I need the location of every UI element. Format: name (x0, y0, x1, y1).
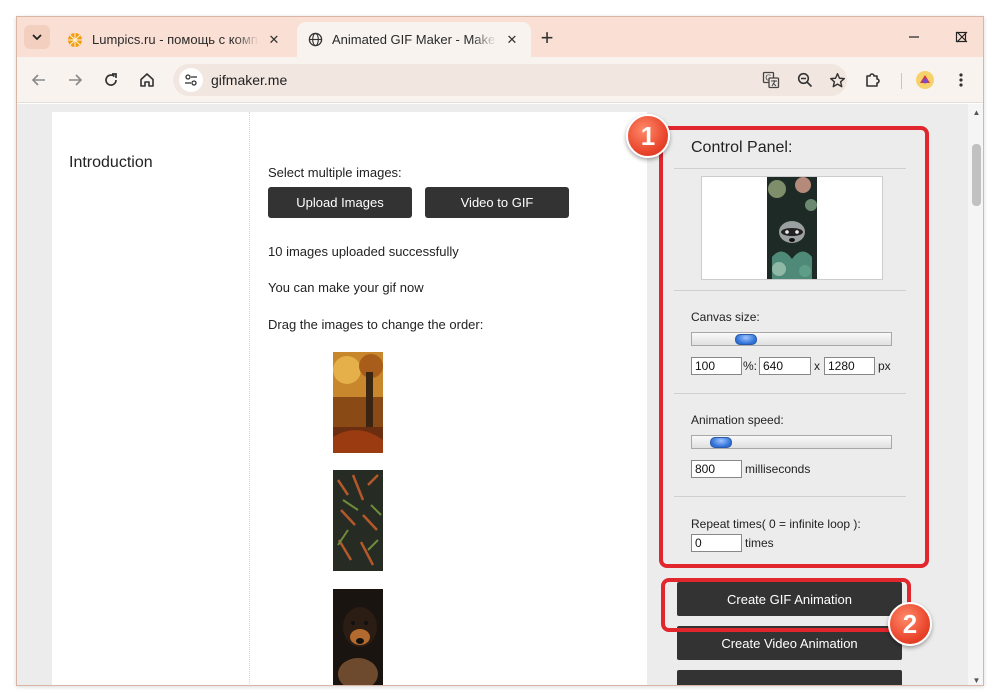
avatar-icon (916, 71, 934, 89)
close-icon[interactable]: ✕ (265, 31, 283, 49)
puzzle-icon (866, 73, 880, 87)
sidebar: Introduction (52, 112, 250, 685)
close-icon[interactable]: ✕ (503, 31, 521, 49)
scroll-down-icon[interactable]: ▼ (972, 676, 981, 685)
close-window-button[interactable] (939, 17, 983, 57)
globe-icon (307, 32, 323, 48)
scroll-up-icon[interactable]: ▲ (972, 108, 981, 117)
scroll-thumb[interactable] (972, 144, 981, 206)
reload-icon (105, 73, 117, 86)
tab-search-button[interactable] (24, 25, 50, 49)
tab-strip: Lumpics.ru - помощь с компьютером ✕ Anim… (17, 17, 983, 57)
home-icon (140, 73, 154, 87)
step-badge-2: 2 (888, 602, 932, 646)
translate-icon[interactable]: G (759, 68, 783, 92)
image-thumbnail[interactable] (333, 470, 383, 571)
url-text: gifmaker.me (211, 72, 288, 88)
profile-button[interactable] (911, 66, 939, 94)
new-tab-button[interactable]: + (535, 25, 559, 50)
tab-title: Lumpics.ru - помощь с компьютером (92, 32, 259, 47)
chevron-down-icon (32, 34, 42, 41)
tab-gifmaker[interactable]: Animated GIF Maker - Make GIFs ✕ (297, 22, 531, 57)
arrow-left-icon (31, 74, 45, 86)
reload-button[interactable] (97, 66, 125, 94)
video-to-gif-button[interactable]: Video to GIF (425, 187, 569, 218)
extensions-button[interactable] (859, 66, 887, 94)
image-thumbnail[interactable] (333, 589, 383, 685)
tab-lumpics[interactable]: Lumpics.ru - помощь с компьютером ✕ (57, 22, 293, 57)
upload-images-button[interactable]: Upload Images (268, 187, 412, 218)
toolbar-divider (901, 73, 902, 89)
bookmark-star-icon[interactable] (825, 68, 849, 92)
introduction-link[interactable]: Introduction (69, 154, 153, 172)
close-icon (956, 31, 968, 43)
ready-status: You can make your gif now (268, 280, 424, 295)
select-images-label: Select multiple images: (268, 165, 402, 180)
back-button[interactable] (25, 66, 53, 94)
upload-section: Select multiple images: Upload Images Vi… (268, 112, 648, 685)
more-button[interactable] (677, 670, 902, 685)
browser-toolbar: gifmaker.me G (17, 57, 983, 103)
page-scrollbar[interactable]: ▲ ▼ (968, 104, 983, 685)
more-vert-icon (959, 73, 963, 87)
minimize-button[interactable] (891, 17, 937, 57)
address-bar[interactable]: gifmaker.me G (173, 64, 847, 96)
image-thumbnail[interactable] (333, 352, 383, 453)
browser-menu-button[interactable] (947, 66, 975, 94)
forward-button[interactable] (61, 66, 89, 94)
orange-icon (67, 32, 83, 48)
zoom-icon[interactable] (793, 68, 817, 92)
control-panel-highlight (659, 126, 929, 568)
site-info-button[interactable] (179, 68, 203, 92)
step-badge-1: 1 (626, 114, 670, 158)
minimize-icon (909, 36, 919, 38)
tune-icon (185, 74, 197, 86)
home-button[interactable] (133, 66, 161, 94)
tab-title: Animated GIF Maker - Make GIFs (332, 32, 497, 47)
upload-status: 10 images uploaded successfully (268, 244, 459, 259)
drag-hint: Drag the images to change the order: (268, 317, 484, 332)
arrow-right-icon (69, 74, 83, 86)
create-gif-highlight (661, 578, 911, 632)
